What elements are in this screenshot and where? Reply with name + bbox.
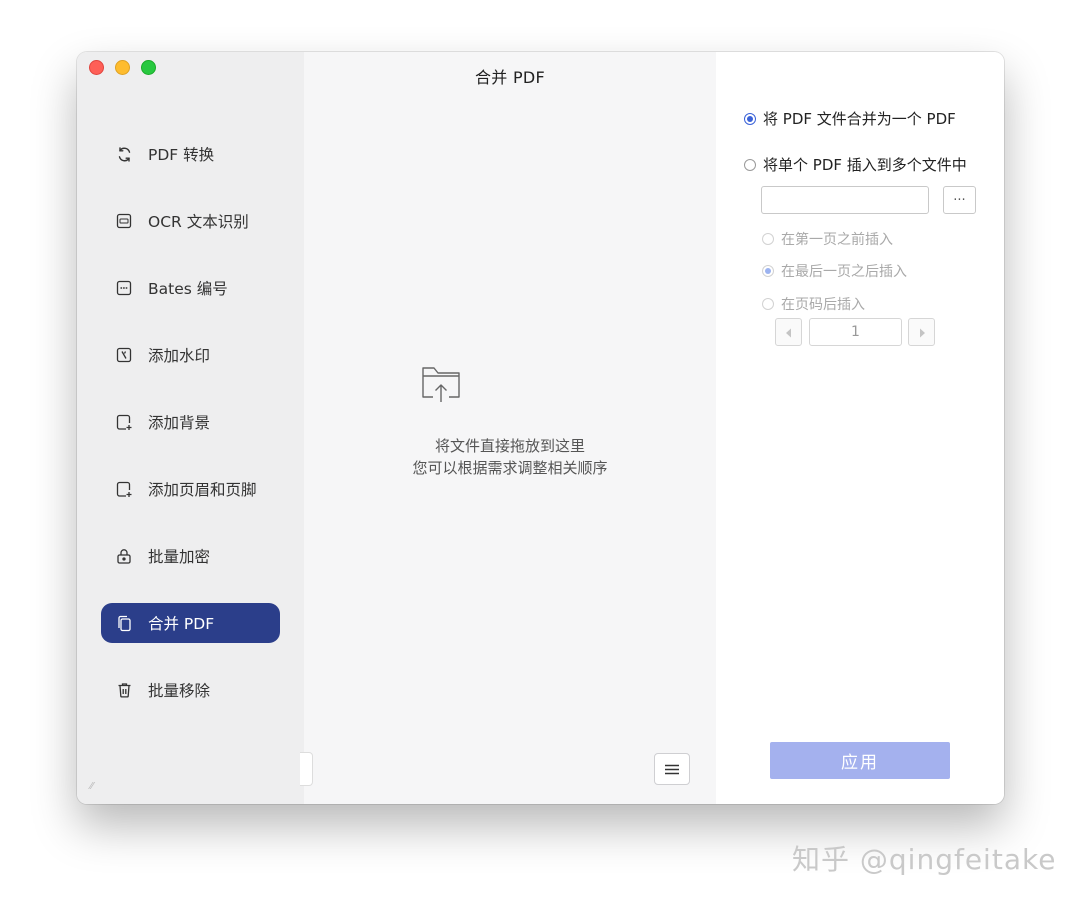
sidebar-item-label: 批量加密 (148, 548, 211, 566)
sidebar-item-background[interactable]: 添加背景 (101, 402, 280, 442)
sidebar-item-label: 添加页眉和页脚 (148, 481, 257, 499)
sidebar: PDF 转换 OCR 文本识别 Bates 编号 添加水印 添加背景 添加页眉和… (77, 52, 304, 804)
list-menu-button[interactable] (654, 753, 690, 785)
insert-after-last-option[interactable]: 在最后一页之后插入 (762, 261, 907, 281)
background-icon (115, 413, 133, 431)
sidebar-item-label: 添加背景 (148, 414, 211, 432)
sidebar-item-watermark[interactable]: 添加水印 (101, 335, 280, 375)
insert-after-last-radio[interactable] (762, 265, 774, 277)
sidebar-item-merge-pdf[interactable]: 合并 PDF (101, 603, 280, 643)
page-increment-button[interactable] (908, 318, 935, 346)
insert-before-first-option[interactable]: 在第一页之前插入 (762, 229, 893, 249)
header-footer-icon (115, 480, 133, 498)
drop-area[interactable]: 合并 PDF 将文件直接拖放到这里 您可以根据需求调整相关顺序 (300, 52, 716, 804)
zoom-window-button[interactable] (141, 60, 156, 75)
watermark-text: 知乎 @qingfeitake (792, 843, 1057, 876)
insert-multi-option[interactable]: 将单个 PDF 插入到多个文件中 (744, 154, 967, 175)
insert-after-page-radio[interactable] (762, 298, 774, 310)
chevron-left-icon (785, 323, 793, 342)
close-window-button[interactable] (89, 60, 104, 75)
page-number-field[interactable]: 1 (809, 318, 902, 346)
drop-hint-line1: 将文件直接拖放到这里 (434, 437, 585, 455)
drop-hint-line2: 您可以根据需求调整相关顺序 (412, 459, 608, 477)
sidebar-item-encrypt[interactable]: 批量加密 (101, 536, 280, 576)
insert-after-page-label: 在页码后插入 (781, 297, 865, 313)
resize-grip-icon[interactable]: ⁄⁄ (90, 781, 93, 792)
page-title: 合并 PDF (474, 68, 546, 87)
browse-button[interactable]: ··· (943, 186, 976, 214)
chevron-right-icon (918, 323, 926, 342)
insert-multi-label: 将单个 PDF 插入到多个文件中 (763, 156, 967, 174)
insert-after-page-option[interactable]: 在页码后插入 (762, 294, 865, 314)
sidebar-item-label: OCR 文本识别 (148, 213, 249, 231)
insert-before-first-label: 在第一页之前插入 (781, 232, 893, 248)
hamburger-icon (665, 760, 679, 779)
sidebar-item-label: 添加水印 (148, 347, 211, 365)
bates-icon (115, 279, 133, 297)
file-path-input[interactable] (761, 186, 929, 214)
insert-before-first-radio[interactable] (762, 233, 774, 245)
minimize-window-button[interactable] (115, 60, 130, 75)
sidebar-toggle-handle[interactable] (300, 752, 313, 786)
page-decrement-button[interactable] (775, 318, 802, 346)
sidebar-item-ocr[interactable]: OCR 文本识别 (101, 201, 280, 241)
sidebar-item-label: Bates 编号 (148, 280, 228, 298)
app-window: PDF 转换 OCR 文本识别 Bates 编号 添加水印 添加背景 添加页眉和… (77, 52, 1004, 804)
sidebar-item-batch-remove[interactable]: 批量移除 (101, 670, 280, 710)
options-panel: 将 PDF 文件合并为一个 PDF 将单个 PDF 插入到多个文件中 ··· 在… (716, 52, 1004, 804)
convert-icon (115, 145, 133, 163)
sidebar-item-label: PDF 转换 (148, 146, 215, 164)
trash-icon (115, 681, 133, 699)
merge-one-label: 将 PDF 文件合并为一个 PDF (763, 110, 956, 128)
sidebar-item-label: 合并 PDF (148, 615, 215, 633)
watermark-icon (115, 346, 133, 364)
folder-upload-icon (419, 364, 463, 404)
sidebar-item-bates[interactable]: Bates 编号 (101, 268, 280, 308)
apply-button[interactable]: 应用 (770, 742, 950, 779)
merge-icon (115, 614, 133, 632)
sidebar-item-label: 批量移除 (148, 682, 211, 700)
sidebar-item-pdf-convert[interactable]: PDF 转换 (101, 134, 280, 174)
ocr-icon (115, 212, 133, 230)
insert-after-last-label: 在最后一页之后插入 (781, 264, 907, 280)
merge-one-option[interactable]: 将 PDF 文件合并为一个 PDF (744, 108, 956, 129)
lock-icon (115, 547, 133, 565)
merge-one-radio[interactable] (744, 112, 756, 125)
insert-multi-radio[interactable] (744, 158, 756, 171)
sidebar-item-header-footer[interactable]: 添加页眉和页脚 (101, 469, 280, 509)
drop-hint: 将文件直接拖放到这里 您可以根据需求调整相关顺序 (304, 435, 716, 479)
